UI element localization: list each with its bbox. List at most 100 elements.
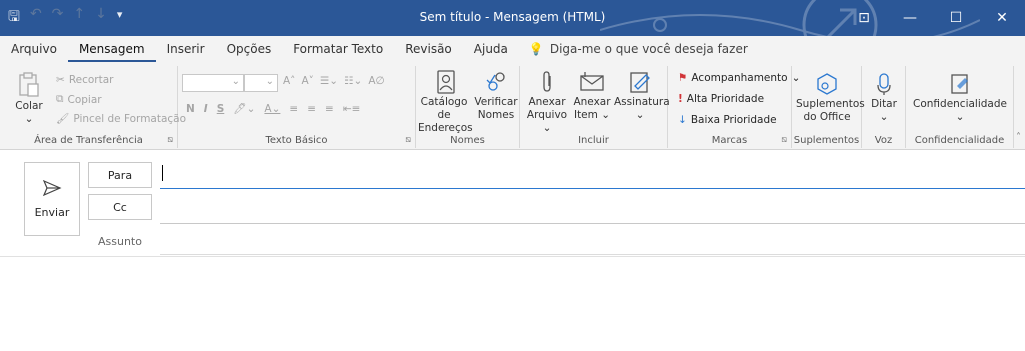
highlight-icon[interactable]: 🖊⌄ <box>233 102 255 115</box>
tab-arquivo[interactable]: Arquivo <box>0 42 68 62</box>
chevron-down-icon: ⌄ <box>542 122 552 134</box>
subject-field[interactable] <box>160 254 1025 255</box>
high-priority-button[interactable]: ! Alta Prioridade <box>678 93 764 105</box>
clipboard-icon <box>19 72 39 97</box>
dialog-launcher-icon[interactable]: ⧅ <box>781 135 787 145</box>
header-separator <box>0 256 1025 257</box>
exclamation-icon: ! <box>678 93 683 105</box>
group-clipboard: Colar ⌄ ✂ Recortar ⧉ Copiar 🖌 Pincel de Form… <box>0 66 186 148</box>
scissors-icon: ✂ <box>56 74 65 86</box>
font-color-icon[interactable]: A⌄ <box>264 103 280 115</box>
font-name-box[interactable]: ⌄ <box>182 74 244 92</box>
ribbon-display-options-icon[interactable]: ⊡ <box>841 0 887 36</box>
bold-button[interactable]: N <box>186 103 195 115</box>
align-right-icon[interactable]: ≡ <box>325 103 334 115</box>
check-names-icon <box>486 72 505 91</box>
tab-opcoes[interactable]: Opções <box>216 42 283 62</box>
sensitivity-tag-icon <box>951 74 968 94</box>
maximize-button[interactable]: ☐ <box>933 0 979 36</box>
microphone-icon <box>877 73 891 95</box>
dictate-button[interactable]: Ditar ⌄ <box>866 72 902 124</box>
message-body[interactable] <box>0 258 1025 351</box>
chevron-down-icon: ⌄ <box>879 111 889 123</box>
tell-me-box[interactable]: 💡 Diga-me o que você deseja fazer <box>519 42 758 62</box>
paintbrush-icon: 🖌 <box>56 113 70 125</box>
down-arrow-icon: ↓ <box>678 114 687 126</box>
cut-button[interactable]: ✂ Recortar <box>56 74 113 86</box>
signature-button[interactable]: Assinatura ⌄ <box>614 70 670 122</box>
font-size-controls: A˄ A˅ ☰⌄ ☷⌄ A∅ <box>283 75 385 87</box>
to-field[interactable] <box>160 188 1025 189</box>
attach-file-button[interactable]: Anexar Arquivo ⌄ <box>526 70 568 135</box>
chevron-down-icon: ⌄ <box>601 109 611 121</box>
sensitivity-button[interactable]: Confidencialidade ⌄ <box>910 72 1010 124</box>
grow-font-icon[interactable]: A˄ <box>283 75 295 87</box>
group-label-basic-text: Texto Básico <box>265 135 328 146</box>
bullets-icon[interactable]: ☰⌄ <box>320 75 338 87</box>
group-sensitivity: Confidencialidade ⌄ Confidencialidade <box>906 66 1014 148</box>
send-label: Enviar <box>34 205 70 219</box>
compose-area: Enviar Para Cc Assunto <box>0 150 1025 351</box>
indent-icon[interactable]: ⇤≡ <box>343 103 361 115</box>
paste-dropdown-icon: ⌄ <box>24 113 34 125</box>
dialog-launcher-icon[interactable]: ⧅ <box>405 135 411 145</box>
group-names: Catálogo de Endereços Verificar Nomes No… <box>416 66 520 148</box>
dialog-launcher-icon[interactable]: ⧅ <box>167 135 173 145</box>
subject-label: Assunto <box>98 235 142 248</box>
followup-button[interactable]: ⚑ Acompanhamento ⌄ <box>678 72 800 84</box>
group-include: Anexar Arquivo ⌄ Anexar Item ⌄ Assinatur… <box>520 66 670 148</box>
group-label-addins: Suplementos <box>793 135 860 146</box>
group-label-sensitivity: Confidencialidade <box>914 135 1005 146</box>
copy-button[interactable]: ⧉ Copiar <box>56 93 102 106</box>
envelope-icon <box>580 72 604 91</box>
minimize-button[interactable]: — <box>887 0 933 36</box>
shrink-font-icon[interactable]: A˅ <box>301 75 313 87</box>
tab-revisao[interactable]: Revisão <box>394 42 463 62</box>
group-addins: Suplementos do Office Suplementos <box>792 66 865 148</box>
group-label-clipboard: Área de Transferência <box>34 135 143 146</box>
tab-ajuda[interactable]: Ajuda <box>463 42 519 62</box>
send-icon <box>42 179 62 196</box>
text-cursor <box>162 165 163 181</box>
check-names-button[interactable]: Verificar Nomes <box>474 70 518 122</box>
font-style-controls: N I S 🖊⌄ A⌄ ≡ ≡ ≡ ⇤≡ <box>186 102 361 116</box>
chevron-down-icon: ⌄ <box>231 76 240 87</box>
window-controls: ⊡ — ☐ ✕ <box>841 0 1025 36</box>
flag-icon: ⚑ <box>678 72 688 84</box>
numbering-icon[interactable]: ☷⌄ <box>344 75 362 87</box>
ribbon: Colar ⌄ ✂ Recortar ⧉ Copiar 🖌 Pincel de Form… <box>0 62 1025 150</box>
group-label-tags: Marcas <box>711 135 748 146</box>
address-book-button[interactable]: Catálogo de Endereços <box>418 70 473 135</box>
cc-button[interactable]: Cc <box>88 194 152 220</box>
align-left-icon[interactable]: ≡ <box>289 103 298 115</box>
tab-formatar-texto[interactable]: Formatar Texto <box>282 42 394 62</box>
align-center-icon[interactable]: ≡ <box>307 103 316 115</box>
ribbon-tabs: Arquivo Mensagem Inserir Opções Formatar… <box>0 36 1025 62</box>
paste-button[interactable]: Colar ⌄ <box>14 72 44 126</box>
group-voice: Ditar ⌄ Voz <box>862 66 906 148</box>
title-bar: 🖫 ↶ ↷ ↑ ↓ ▾ Sem título - Mensagem (HTML)… <box>0 0 1025 36</box>
cc-field[interactable] <box>160 223 1025 224</box>
low-priority-button[interactable]: ↓ Baixa Prioridade <box>678 114 777 126</box>
send-button[interactable]: Enviar <box>24 162 80 236</box>
underline-button[interactable]: S <box>217 103 225 115</box>
hexagon-icon <box>817 73 837 95</box>
paperclip-icon <box>543 71 551 92</box>
signature-icon <box>630 72 650 93</box>
tab-inserir[interactable]: Inserir <box>156 42 216 62</box>
italic-button[interactable]: I <box>204 103 208 115</box>
to-button[interactable]: Para <box>88 162 152 188</box>
attach-item-button[interactable]: Anexar Item ⌄ <box>572 70 612 122</box>
collapse-ribbon-icon[interactable]: ˄ <box>1016 132 1021 143</box>
chevron-down-icon: ⌄ <box>635 109 645 121</box>
clear-formatting-icon[interactable]: A∅ <box>368 75 384 87</box>
tab-mensagem[interactable]: Mensagem <box>67 42 156 62</box>
font-size-box[interactable]: ⌄ <box>244 74 278 92</box>
chevron-down-icon: ⌄ <box>265 76 274 87</box>
group-label-voice: Voz <box>874 135 893 146</box>
group-label-names: Nomes <box>450 135 485 146</box>
close-button[interactable]: ✕ <box>979 0 1025 36</box>
office-addins-button[interactable]: Suplementos do Office <box>796 72 865 124</box>
format-painter-button[interactable]: 🖌 Pincel de Formatação <box>56 112 186 126</box>
lightbulb-icon: 💡 <box>528 42 544 56</box>
